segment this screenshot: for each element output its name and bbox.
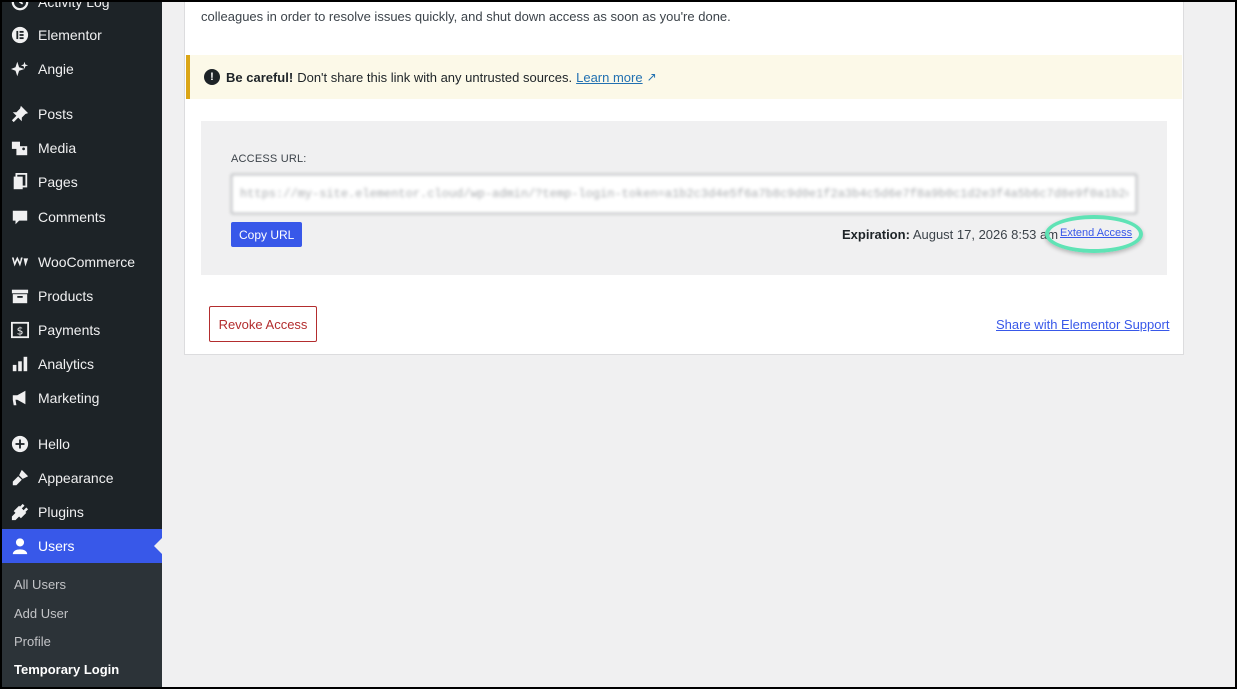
notice-strong: Be careful! <box>226 69 294 85</box>
intro-text: colleagues in order to resolve issues qu… <box>201 9 731 24</box>
analytics-icon <box>10 354 30 374</box>
sidebar-item-hello[interactable]: Hello <box>2 427 162 461</box>
expiration-text: Expiration: August 17, 2026 8:53 am <box>842 227 1058 242</box>
share-with-support-link[interactable]: Share with Elementor Support <box>996 317 1169 332</box>
sidebar-item-pages[interactable]: Pages <box>2 165 162 199</box>
sidebar-item-posts[interactable]: Posts <box>2 97 162 131</box>
sparkle-icon <box>10 59 30 79</box>
sidebar-item-label: Marketing <box>38 390 100 406</box>
warning-notice: ! Be careful! Don't share this link with… <box>186 55 1182 99</box>
elementor-icon <box>10 25 30 45</box>
access-url-box: ACCESS URL: Copy URL Expiration: August … <box>201 121 1167 275</box>
submenu-profile[interactable]: Profile <box>14 634 51 649</box>
warning-icon: ! <box>204 69 220 85</box>
copy-url-button[interactable]: Copy URL <box>231 222 303 247</box>
sidebar-item-label: Analytics <box>38 356 95 372</box>
sidebar-item-label: Angie <box>38 61 74 77</box>
sidebar-item-label: Appearance <box>38 470 114 486</box>
sidebar-item-woocommerce[interactable]: WooCommerce <box>2 245 162 279</box>
media-icon <box>10 138 30 158</box>
sidebar-item-label: Pages <box>38 174 78 190</box>
sidebar-item-label: Hello <box>38 436 70 452</box>
user-icon <box>10 536 30 556</box>
sidebar-item-label: Products <box>38 288 94 304</box>
learn-more-link[interactable]: Learn more <box>576 70 642 85</box>
users-submenu: All Users Add User Profile Temporary Log… <box>2 563 162 687</box>
sidebar-item-payments[interactable]: $ Payments <box>2 313 162 347</box>
external-link-icon: ↗ <box>646 70 657 84</box>
sidebar-item-label: Elementor <box>38 27 102 43</box>
plus-circle-icon <box>10 434 30 454</box>
sidebar-item-activity-log[interactable]: Activity Log <box>2 2 162 19</box>
sidebar-item-media[interactable]: Media <box>2 131 162 165</box>
sidebar-item-appearance[interactable]: Appearance <box>2 461 162 495</box>
products-icon <box>10 286 30 306</box>
sidebar-item-products[interactable]: Products <box>2 279 162 313</box>
sidebar-item-elementor[interactable]: Elementor <box>2 18 162 52</box>
sidebar-item-angie[interactable]: Angie <box>2 52 162 86</box>
access-url-label: ACCESS URL: <box>231 153 307 165</box>
pin-icon <box>10 104 30 124</box>
brush-icon <box>10 468 30 488</box>
comment-icon <box>10 207 30 227</box>
access-url-input[interactable] <box>231 174 1137 214</box>
activity-log-icon <box>10 2 30 12</box>
sidebar-item-plugins[interactable]: Plugins <box>2 495 162 529</box>
sidebar-item-users[interactable]: Users <box>2 529 162 563</box>
sidebar-item-comments[interactable]: Comments <box>2 200 162 234</box>
sidebar-item-label: Posts <box>38 106 74 122</box>
extend-access-button[interactable]: Extend Access <box>1060 227 1132 239</box>
payments-icon: $ <box>10 320 30 340</box>
sidebar-item-analytics[interactable]: Analytics <box>2 347 162 381</box>
expiration-label: Expiration: <box>842 227 910 242</box>
submenu-add-user[interactable]: Add User <box>14 606 68 621</box>
expiration-value: August 17, 2026 8:53 am <box>912 227 1059 242</box>
admin-sidebar: Activity Log Elementor Angie Posts Media… <box>2 2 162 687</box>
sidebar-item-label: Plugins <box>38 504 84 520</box>
submenu-temporary-login[interactable]: Temporary Login <box>14 662 119 677</box>
notice-text: Don't share this link with any untrusted… <box>297 69 573 85</box>
woocommerce-icon <box>10 252 30 272</box>
sidebar-item-label: Payments <box>38 322 101 338</box>
sidebar-item-label: WooCommerce <box>38 254 135 270</box>
sidebar-item-marketing[interactable]: Marketing <box>2 381 162 415</box>
sidebar-item-label: Activity Log <box>38 2 110 10</box>
sidebar-item-label: Comments <box>38 209 106 225</box>
pages-icon <box>10 172 30 192</box>
submenu-all-users[interactable]: All Users <box>14 577 66 592</box>
revoke-access-button[interactable]: Revoke Access <box>209 306 317 342</box>
megaphone-icon <box>10 388 30 408</box>
temporary-login-panel: colleagues in order to resolve issues qu… <box>184 2 1184 355</box>
sidebar-item-label: Media <box>38 140 77 156</box>
svg-text:$: $ <box>17 325 24 338</box>
sidebar-item-label: Users <box>38 538 75 554</box>
app-frame: Activity Log Elementor Angie Posts Media… <box>2 2 1235 687</box>
plug-icon <box>10 502 30 522</box>
